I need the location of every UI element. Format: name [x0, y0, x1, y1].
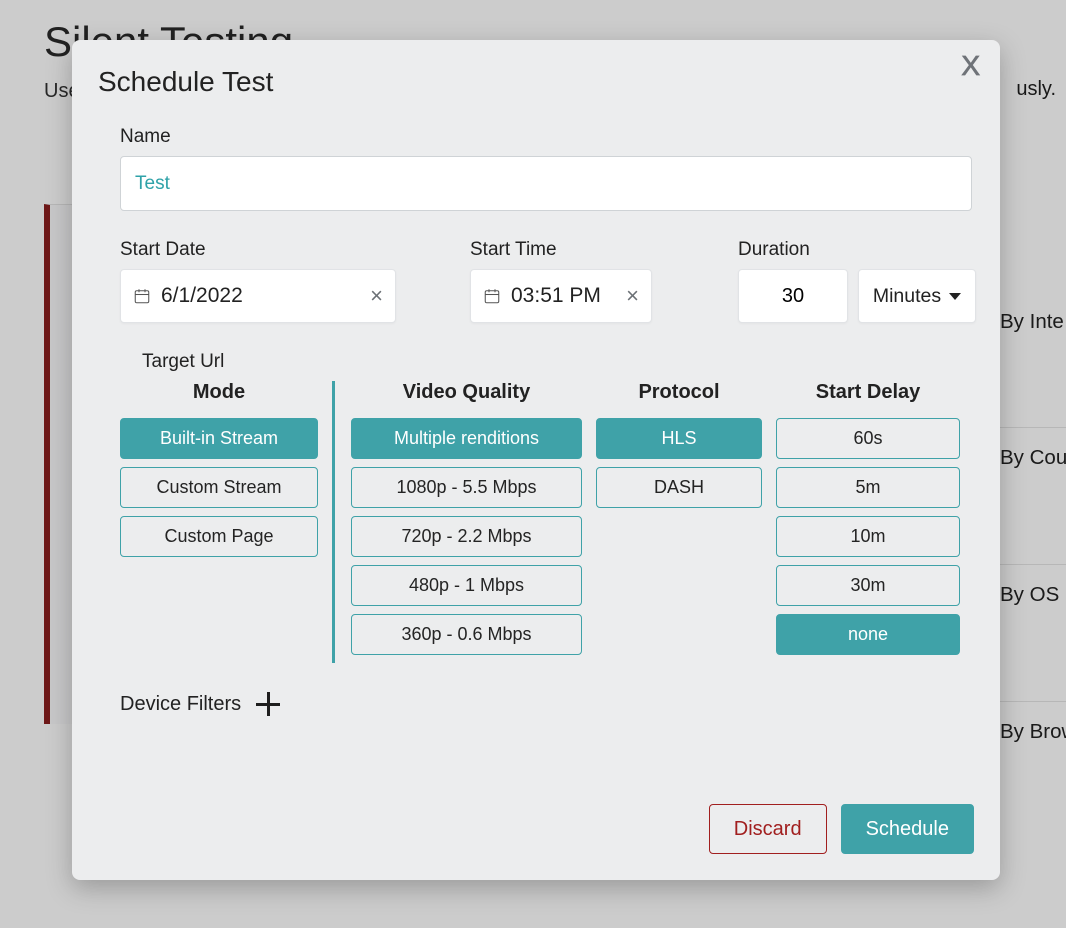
start-delay-column: Start Delay 60s 5m 10m 30m none	[776, 381, 960, 663]
clear-date-icon[interactable]: ×	[370, 283, 383, 309]
protocol-option-hls[interactable]: HLS	[596, 418, 762, 459]
duration-unit-value: Minutes	[873, 285, 941, 308]
mode-option-builtin[interactable]: Built-in Stream	[120, 418, 318, 459]
mode-option-custompage[interactable]: Custom Page	[120, 516, 318, 557]
delay-option-none[interactable]: none	[776, 614, 960, 655]
vq-option-720p[interactable]: 720p - 2.2 Mbps	[351, 516, 582, 557]
protocol-column: Protocol HLS DASH	[596, 381, 762, 663]
start-delay-heading: Start Delay	[776, 381, 960, 404]
vq-option-multiple[interactable]: Multiple renditions	[351, 418, 582, 459]
calendar-icon	[133, 287, 151, 305]
start-date-picker[interactable]: 6/1/2022 ×	[120, 269, 396, 323]
delay-option-10m[interactable]: 10m	[776, 516, 960, 557]
vq-option-1080p[interactable]: 1080p - 5.5 Mbps	[351, 467, 582, 508]
start-time-picker[interactable]: 03:51 PM ×	[470, 269, 652, 323]
mode-column: Mode Built-in Stream Custom Stream Custo…	[120, 381, 318, 663]
mode-option-customstream[interactable]: Custom Stream	[120, 467, 318, 508]
modal-title: Schedule Test	[98, 66, 974, 98]
protocol-heading: Protocol	[596, 381, 762, 404]
start-date-value: 6/1/2022	[161, 284, 354, 308]
duration-input[interactable]	[738, 269, 848, 323]
vq-option-360p[interactable]: 360p - 0.6 Mbps	[351, 614, 582, 655]
close-button[interactable]: X	[961, 50, 980, 82]
duration-label: Duration	[738, 239, 998, 261]
clear-time-icon[interactable]: ×	[626, 283, 639, 309]
discard-button[interactable]: Discard	[709, 804, 827, 854]
protocol-option-dash[interactable]: DASH	[596, 467, 762, 508]
delay-option-30m[interactable]: 30m	[776, 565, 960, 606]
vq-option-480p[interactable]: 480p - 1 Mbps	[351, 565, 582, 606]
name-label: Name	[120, 126, 972, 148]
delay-option-60s[interactable]: 60s	[776, 418, 960, 459]
target-url-label: Target Url	[120, 351, 972, 373]
name-input[interactable]	[120, 156, 972, 211]
chevron-down-icon	[949, 293, 961, 300]
add-filter-button[interactable]	[255, 691, 281, 717]
schedule-test-modal: X Schedule Test Name Start Date 6/1/2022…	[72, 40, 1000, 880]
mode-heading: Mode	[120, 381, 318, 404]
delay-option-5m[interactable]: 5m	[776, 467, 960, 508]
duration-unit-select[interactable]: Minutes	[858, 269, 976, 323]
start-time-value: 03:51 PM	[511, 284, 610, 308]
video-quality-column: Video Quality Multiple renditions 1080p …	[332, 381, 582, 663]
device-filters-label: Device Filters	[120, 693, 241, 716]
start-date-label: Start Date	[120, 239, 470, 261]
schedule-button[interactable]: Schedule	[841, 804, 974, 854]
calendar-icon	[483, 287, 501, 305]
video-quality-heading: Video Quality	[351, 381, 582, 404]
start-time-label: Start Time	[470, 239, 738, 261]
